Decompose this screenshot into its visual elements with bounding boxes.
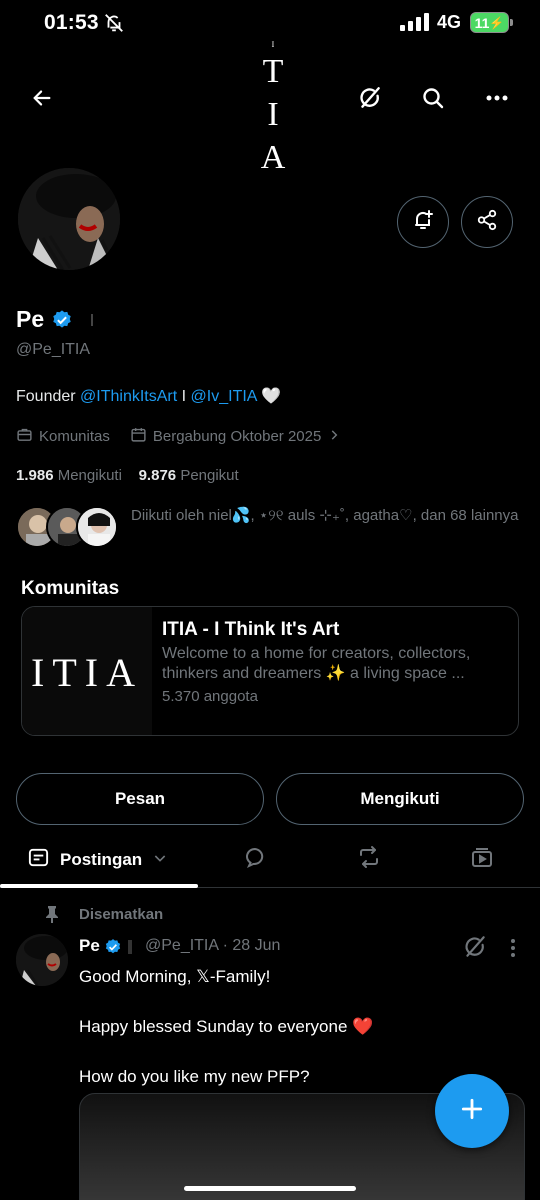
tab-posts-label: Postingan	[60, 850, 143, 869]
following-button[interactable]: Mengikuti	[276, 773, 524, 825]
network-type: 4G	[437, 12, 462, 32]
calendar-icon	[130, 426, 147, 447]
posts-icon	[27, 846, 50, 874]
bell-plus-icon	[411, 208, 435, 237]
share-button[interactable]	[461, 196, 513, 248]
profile-meta: Komunitas Bergabung Oktober 2025	[16, 426, 341, 447]
grok-icon[interactable]	[350, 78, 390, 118]
joined-date: Bergabung Oktober 2025	[152, 428, 322, 445]
community-members: 5.370 anggota	[162, 688, 258, 705]
pinned-label: Disematkan	[79, 906, 164, 923]
tab-reposts[interactable]	[356, 845, 382, 874]
logo-letter-1: I	[271, 40, 275, 49]
logo-letter-4: A	[260, 139, 286, 176]
home-indicator[interactable]	[184, 1186, 356, 1191]
community-card[interactable]: ITIA ITIA - I Think It's Art Welcome to …	[21, 606, 519, 736]
bio-separator: I	[177, 388, 191, 405]
community-briefcase-icon	[16, 426, 33, 447]
post-handle-date: @Pe_ITIA · 28 Jun	[145, 937, 281, 954]
more-icon[interactable]	[477, 78, 517, 118]
compose-button[interactable]	[435, 1074, 509, 1148]
tab-active-indicator	[0, 884, 198, 888]
battery-level: 11	[474, 14, 490, 31]
bio-mention-iv-itia[interactable]: @Iv_ITIA	[191, 388, 257, 405]
tab-replies[interactable]	[243, 845, 267, 874]
signal-icon	[400, 13, 430, 36]
bio-mention-ithinkitsart[interactable]: @IThinkItsArt	[80, 388, 177, 405]
post-line-3: How do you like my new PFP?	[79, 1067, 310, 1086]
notify-button[interactable]	[397, 196, 449, 248]
follower-avatar	[76, 506, 118, 548]
logo-letter-2: T	[262, 53, 284, 90]
message-button[interactable]: Pesan	[16, 773, 264, 825]
post-author-name[interactable]: Pe	[79, 936, 100, 956]
bio-suffix: 🤍	[256, 388, 281, 405]
header-logo: I T I A	[250, 40, 296, 176]
followers-count[interactable]: 9.876	[139, 467, 177, 484]
followed-by-text[interactable]: Diikuti oleh niel💦, ⋆୨୧ auls ⊹₊˚, agatha…	[131, 506, 521, 526]
status-bar: 01:53 4G 11 ⚡	[0, 0, 540, 44]
bio-prefix: Founder	[16, 388, 81, 405]
profile-handle: @Pe_ITIA	[16, 341, 91, 358]
profile-name: Pe	[16, 306, 45, 332]
verified-badge-icon[interactable]	[51, 309, 73, 336]
bell-muted-icon	[103, 12, 125, 39]
tab-posts[interactable]: Postingan	[27, 846, 168, 874]
search-icon[interactable]	[413, 78, 453, 118]
following-count[interactable]: 1.986	[16, 467, 54, 484]
post-verified-badge-icon	[104, 938, 122, 961]
post-more-icon[interactable]	[508, 937, 518, 964]
profile-tabs: Postingan	[0, 830, 540, 888]
community-meta-label[interactable]: Komunitas	[39, 428, 110, 445]
tab-media[interactable]	[470, 845, 494, 874]
following-label[interactable]: Mengikuti	[58, 467, 122, 484]
post-line-2: Happy blessed Sunday to everyone ❤️	[79, 1017, 374, 1036]
affiliate-badge-icon[interactable]	[86, 312, 98, 328]
media-icon	[470, 848, 494, 873]
community-description: Welcome to a home for creators, collecto…	[162, 645, 471, 682]
post-spacer	[79, 1039, 499, 1064]
logo-letter-3: I	[267, 96, 279, 133]
followers-label[interactable]: Pengikut	[180, 467, 238, 484]
back-arrow-icon[interactable]	[22, 78, 62, 118]
follow-counts: 1.986 Mengikuti 9.876 Pengikut	[16, 467, 239, 484]
community-logo: ITIA	[22, 607, 152, 735]
community-name: ITIA - I Think It's Art	[162, 619, 340, 640]
share-icon	[476, 209, 498, 236]
battery-icon: 11 ⚡	[470, 12, 509, 33]
reply-bubble-icon	[243, 847, 267, 873]
plus-icon	[459, 1096, 485, 1127]
post-grok-icon[interactable]	[462, 934, 488, 965]
profile-bio: Founder @IThinkItsArt I @Iv_ITIA 🤍	[16, 386, 281, 406]
post-text: Good Morning, 𝕏-Family! Happy blessed Su…	[79, 964, 499, 1089]
community-section-title: Komunitas	[21, 578, 120, 599]
repost-icon	[356, 846, 382, 873]
post-line-1: Good Morning, 𝕏-Family!	[79, 967, 271, 986]
post-author-avatar[interactable]	[16, 934, 68, 986]
chevron-right-icon[interactable]	[327, 428, 341, 446]
post-affiliate-badge	[128, 940, 132, 954]
profile-avatar[interactable]	[15, 165, 123, 273]
status-time: 01:53	[44, 11, 99, 34]
chevron-down-icon[interactable]	[152, 850, 168, 871]
pin-icon	[44, 905, 60, 928]
post-spacer	[79, 989, 499, 1014]
battery-cap	[510, 19, 513, 26]
